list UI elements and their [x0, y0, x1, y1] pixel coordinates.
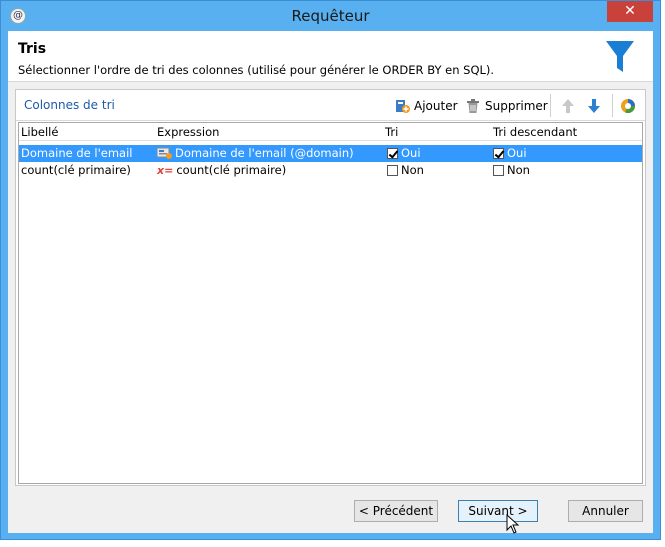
descending-checkbox-box[interactable]	[493, 147, 504, 159]
sort-checkbox[interactable]: Oui	[387, 146, 421, 160]
funnel-icon	[606, 41, 634, 72]
panel-title: Colonnes de tri	[24, 98, 115, 112]
arrow-down-icon	[588, 99, 600, 113]
previous-button[interactable]: < Précédent	[354, 500, 438, 522]
title-bar: @ Requêteur ✕	[1, 1, 660, 31]
move-down-button[interactable]	[586, 96, 602, 116]
sort-checkbox[interactable]: Non	[387, 163, 424, 177]
toolbar-separator	[550, 94, 551, 117]
distribution-button[interactable]	[620, 96, 636, 116]
trash-icon	[467, 99, 479, 113]
window-title: Requêteur	[291, 7, 370, 25]
descending-checkbox[interactable]: Oui	[493, 146, 527, 160]
sort-grid: Libellé Expression Tri Tri descendant Do…	[18, 122, 643, 484]
column-header-sort[interactable]: Tri	[385, 125, 398, 139]
row-label: Domaine de l'email	[21, 146, 133, 160]
pie-chart-icon	[621, 99, 636, 114]
formula-icon: x=	[157, 163, 174, 177]
toolbar-separator	[612, 94, 613, 117]
arrow-up-icon	[562, 99, 574, 113]
page-title: Tris	[18, 41, 47, 57]
page-description: Sélectionner l'ordre de tri des colonnes…	[18, 63, 495, 77]
table-row[interactable]: count(clé primaire) x= count(clé primair…	[19, 162, 642, 179]
next-button[interactable]: Suivant >	[458, 500, 538, 522]
descending-checkbox[interactable]: Non	[493, 163, 530, 177]
row-expression: x= count(clé primaire)	[157, 163, 287, 177]
table-row[interactable]: Domaine de l'email Domaine de l'email (@…	[19, 145, 642, 162]
field-icon	[157, 147, 172, 159]
column-header-expression[interactable]: Expression	[157, 125, 219, 139]
add-button[interactable]: Ajouter	[394, 96, 458, 116]
close-button[interactable]: ✕	[607, 1, 653, 22]
panel-toolbar: Colonnes de tri Ajouter Supprimer	[16, 90, 645, 121]
column-header-label[interactable]: Libellé	[21, 125, 58, 139]
row-expression: Domaine de l'email (@domain)	[157, 146, 354, 160]
cancel-button[interactable]: Annuler	[568, 500, 643, 522]
mouse-cursor-icon	[506, 514, 520, 534]
descending-checkbox-box[interactable]	[493, 164, 504, 176]
step-header: Tris Sélectionner l'ordre de tri des col…	[8, 31, 653, 82]
sort-checkbox-box[interactable]	[387, 164, 398, 176]
sort-columns-panel: Colonnes de tri Ajouter Supprimer Libell…	[15, 89, 646, 486]
delete-button[interactable]: Supprimer	[465, 96, 548, 116]
column-header-descending[interactable]: Tri descendant	[493, 125, 577, 139]
sort-checkbox-box[interactable]	[387, 147, 398, 159]
move-up-button[interactable]	[560, 96, 576, 116]
row-label: count(clé primaire)	[21, 163, 131, 177]
add-icon	[396, 100, 410, 113]
requeteur-window: @ Requêteur ✕ Tris Sélectionner l'ordre …	[0, 0, 661, 540]
delete-label: Supprimer	[485, 99, 548, 113]
grid-header: Libellé Expression Tri Tri descendant	[19, 123, 642, 141]
add-label: Ajouter	[414, 99, 458, 113]
dialog-body: Tris Sélectionner l'ordre de tri des col…	[8, 31, 653, 533]
